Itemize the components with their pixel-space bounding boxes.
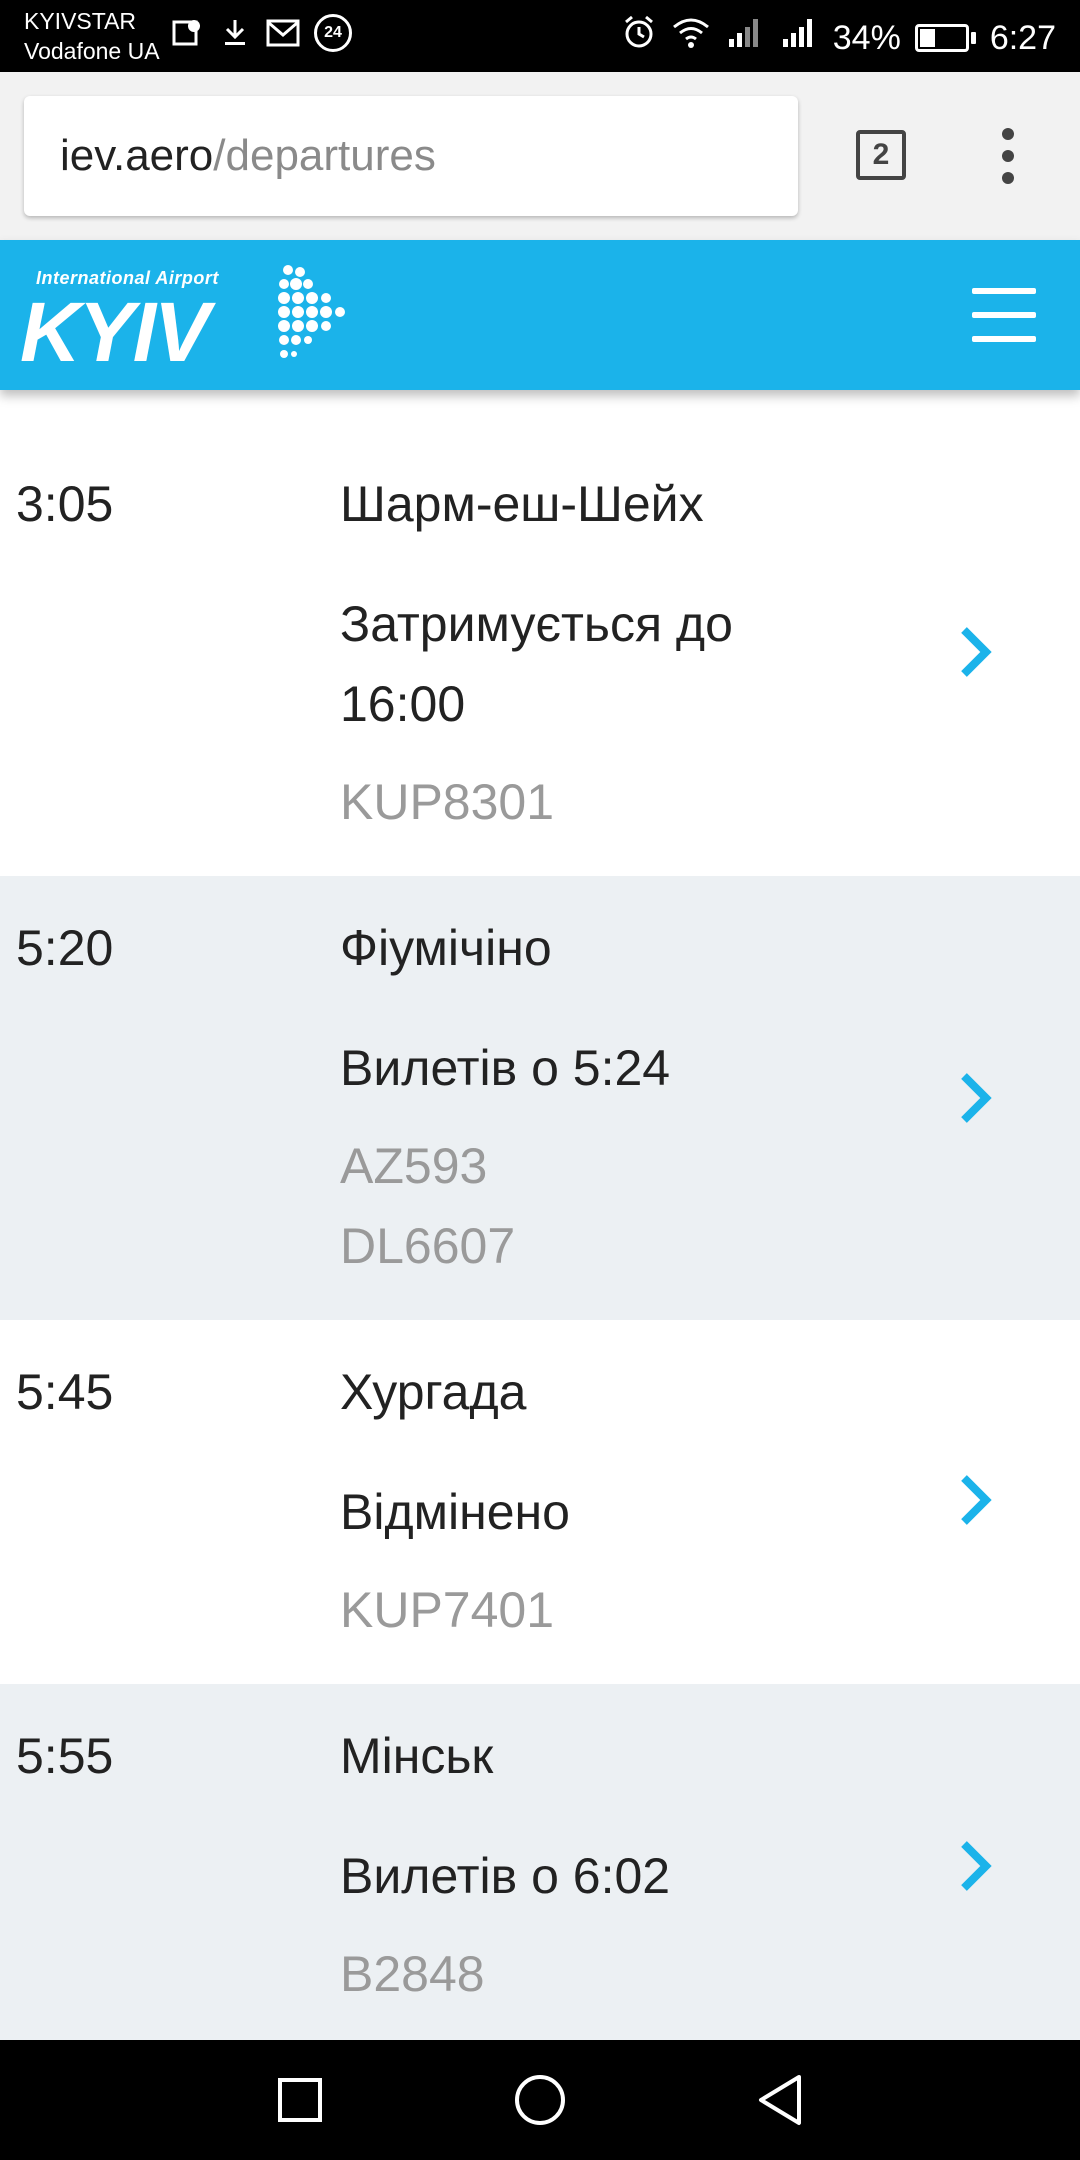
site-header: International Airport KYIV bbox=[0, 240, 1080, 390]
flight-code: DL6607 bbox=[340, 1218, 516, 1274]
flight-destination: Мінськ bbox=[340, 1728, 494, 1784]
hamburger-menu-button[interactable] bbox=[972, 288, 1036, 342]
recents-icon[interactable] bbox=[270, 2070, 330, 2130]
notification-icons: 24 bbox=[170, 14, 352, 52]
browser-toolbar: iev.aero/departures 2 bbox=[0, 72, 1080, 240]
battery-fill bbox=[919, 28, 935, 47]
maps-icon bbox=[170, 16, 204, 50]
alarm-icon bbox=[621, 14, 657, 61]
system-status: 34% 6:27 bbox=[621, 14, 1056, 61]
carrier-names: KYIVSTAR Vodafone UA bbox=[24, 6, 160, 66]
url-path: /departures bbox=[213, 131, 436, 180]
flight-status: Затримується до 16:00 bbox=[340, 596, 733, 732]
wifi-icon bbox=[671, 15, 711, 60]
url-domain: iev.aero bbox=[60, 131, 214, 180]
flight-status: Відмінено bbox=[340, 1484, 570, 1540]
flight-row[interactable]: 5:55 Мінськ Вилетів о 6:02 B2848 bbox=[0, 1684, 1080, 2040]
flight-status: Вилетів о 5:24 bbox=[340, 1040, 671, 1096]
hamburger-line bbox=[972, 336, 1036, 342]
flight-time: 3:05 bbox=[16, 476, 114, 532]
flight-row[interactable]: 5:20 Фіумічіно Вилетів о 5:24 AZ593 DL66… bbox=[0, 876, 1080, 1320]
tab-count: 2 bbox=[872, 138, 890, 171]
flight-code: AZ593 bbox=[340, 1138, 488, 1194]
chevron-right-icon[interactable] bbox=[950, 622, 1000, 682]
browser-menu-button[interactable] bbox=[996, 128, 1020, 184]
flight-time: 5:55 bbox=[16, 1728, 114, 1784]
home-icon[interactable] bbox=[510, 2070, 570, 2130]
flight-destination: Шарм-еш-Шейх bbox=[340, 476, 704, 532]
airport-logo[interactable]: International Airport KYIV bbox=[20, 258, 360, 379]
carrier-1: KYIVSTAR bbox=[24, 8, 137, 34]
hamburger-line bbox=[972, 312, 1036, 318]
flight-time: 5:45 bbox=[16, 1364, 114, 1420]
menu-dot-icon bbox=[1002, 172, 1014, 184]
status-bar: KYIVSTAR Vodafone UA 24 34% 6:27 bbox=[0, 0, 1080, 72]
menu-dot-icon bbox=[1002, 150, 1014, 162]
flight-code: B2848 bbox=[340, 1946, 485, 2002]
notification-count-icon: 24 bbox=[314, 14, 352, 52]
menu-dot-icon bbox=[1002, 128, 1014, 140]
back-icon[interactable] bbox=[750, 2070, 810, 2130]
battery-percent: 34% bbox=[832, 18, 901, 57]
departures-list: 3:05 Шарм-еш-Шейх Затримується до 16:00 … bbox=[0, 432, 1080, 2040]
tab-switcher-button[interactable]: 2 bbox=[856, 130, 906, 180]
system-nav-bar bbox=[0, 2040, 1080, 2160]
hamburger-line bbox=[972, 288, 1036, 294]
chevron-right-icon[interactable] bbox=[950, 1836, 1000, 1896]
flight-destination: Фіумічіно bbox=[340, 920, 552, 976]
flight-status: Вилетів о 6:02 bbox=[340, 1848, 671, 1904]
flight-destination: Хургада bbox=[340, 1364, 527, 1420]
clock: 6:27 bbox=[989, 18, 1056, 57]
flight-row[interactable]: 5:45 Хургада Відмінено KUP7401 bbox=[0, 1320, 1080, 1684]
chevron-right-icon[interactable] bbox=[950, 1068, 1000, 1128]
signal-icon-sim1 bbox=[725, 15, 765, 60]
download-icon bbox=[218, 16, 252, 50]
address-bar[interactable]: iev.aero/departures bbox=[24, 96, 798, 216]
carrier-2: Vodafone UA bbox=[24, 38, 160, 64]
flight-code: KUP7401 bbox=[340, 1582, 555, 1638]
signal-icon-sim2 bbox=[779, 15, 819, 60]
flight-row[interactable]: 3:05 Шарм-еш-Шейх Затримується до 16:00 … bbox=[0, 432, 1080, 876]
chevron-right-icon[interactable] bbox=[950, 1470, 1000, 1530]
logo-dots-icon bbox=[278, 265, 345, 358]
notification-count: 24 bbox=[324, 24, 342, 41]
flight-code: KUP8301 bbox=[340, 774, 555, 830]
flight-time: 5:20 bbox=[16, 920, 114, 976]
gmail-icon bbox=[266, 16, 300, 50]
logo-title: KYIV bbox=[20, 285, 210, 379]
battery-icon bbox=[914, 23, 976, 52]
